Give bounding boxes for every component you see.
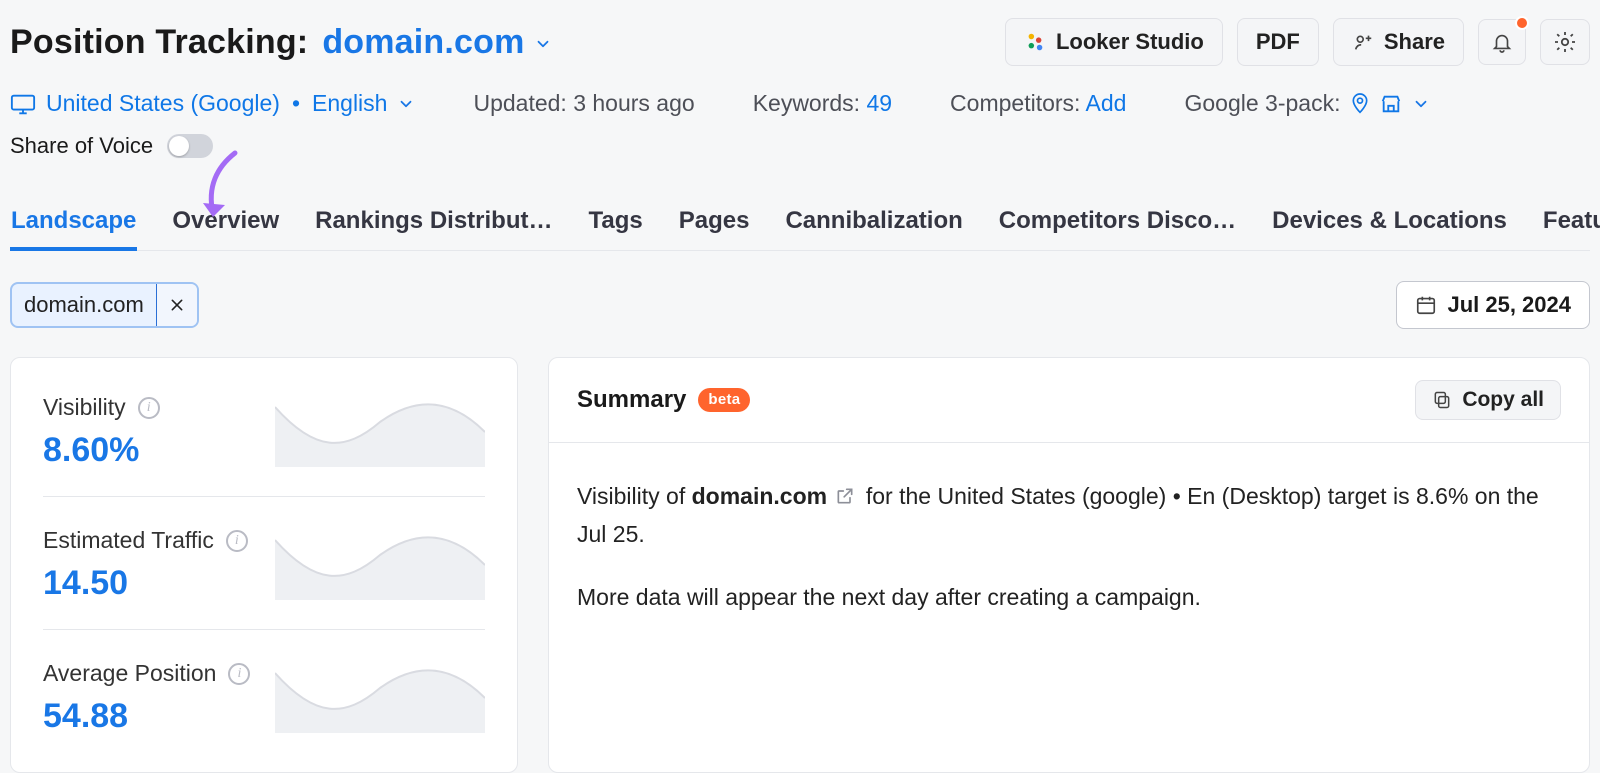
competitors-meta: Competitors: Add	[950, 90, 1126, 117]
looker-studio-button[interactable]: Looker Studio	[1005, 18, 1223, 66]
tab-rankings-distribut[interactable]: Rankings Distribut…	[314, 207, 553, 250]
locale-region: United States (Google)	[46, 90, 280, 117]
metrics-card: Visibility i 8.60% Estimated Traffic i 1…	[10, 357, 518, 773]
metric-label: Visibility	[43, 394, 126, 421]
notifications-button[interactable]	[1478, 19, 1526, 65]
bell-icon	[1491, 30, 1513, 54]
updated-meta: Updated: 3 hours ago	[473, 90, 694, 117]
sov-label: Share of Voice	[10, 133, 153, 159]
chevron-down-icon	[1412, 95, 1430, 113]
updated-label: Updated:	[473, 90, 566, 116]
share-icon	[1352, 31, 1374, 53]
tab-devices-locations[interactable]: Devices & Locations	[1271, 207, 1508, 250]
chevron-down-icon	[534, 35, 552, 53]
tab-featured-snippets[interactable]: Featured Snippets	[1542, 207, 1600, 250]
summary-header: Summary beta Copy all	[549, 358, 1589, 443]
tab-cannibalization[interactable]: Cannibalization	[784, 207, 963, 250]
competitors-label: Competitors:	[950, 90, 1080, 116]
competitors-add[interactable]: Add	[1086, 90, 1127, 116]
metric-label: Estimated Traffic	[43, 527, 214, 554]
looker-label: Looker Studio	[1056, 29, 1204, 55]
copy-all-label: Copy all	[1462, 388, 1544, 412]
page-title: Position Tracking: domain.com	[10, 23, 552, 62]
metric-visibility[interactable]: Visibility i 8.60%	[43, 386, 485, 497]
info-icon[interactable]: i	[228, 663, 250, 685]
beta-badge: beta	[698, 388, 750, 412]
keywords-meta: Keywords: 49	[753, 90, 892, 117]
share-label: Share	[1384, 29, 1445, 55]
filter-row: domain.com Jul 25, 2024	[10, 281, 1590, 329]
settings-button[interactable]	[1540, 19, 1590, 65]
tab-tags[interactable]: Tags	[587, 207, 643, 250]
info-icon[interactable]: i	[138, 397, 160, 419]
pdf-label: PDF	[1256, 29, 1300, 55]
metric-label: Average Position	[43, 660, 216, 687]
metric-value: 54.88	[43, 697, 250, 736]
close-icon	[169, 297, 185, 313]
pdf-button[interactable]: PDF	[1237, 18, 1319, 66]
summary-card: Summary beta Copy all Visibility of doma…	[548, 357, 1590, 773]
pin-icon	[1350, 92, 1370, 116]
tab-landscape[interactable]: Landscape	[10, 207, 137, 251]
external-link-icon[interactable]	[835, 481, 855, 517]
notification-dot	[1515, 16, 1529, 30]
date-value: Jul 25, 2024	[1447, 292, 1571, 318]
page-header: Position Tracking: domain.com Looker Stu…	[10, 18, 1590, 66]
gear-icon	[1553, 30, 1577, 54]
info-icon[interactable]: i	[226, 530, 248, 552]
summary-domain: domain.com	[692, 483, 827, 509]
domain-selector[interactable]: domain.com	[322, 23, 552, 62]
date-picker[interactable]: Jul 25, 2024	[1396, 281, 1590, 329]
tab-competitors-disco[interactable]: Competitors Disco…	[998, 207, 1237, 250]
summary-line-2: More data will appear the next day after…	[577, 580, 1561, 616]
annotation-arrow	[195, 147, 255, 225]
chip-text: domain.com	[12, 284, 157, 326]
store-icon	[1380, 93, 1402, 115]
domain-chip: domain.com	[10, 282, 199, 328]
google-3pack-meta[interactable]: Google 3-pack:	[1184, 90, 1430, 117]
chip-remove[interactable]	[157, 284, 197, 326]
metric-value: 8.60%	[43, 431, 160, 470]
calendar-icon	[1415, 294, 1437, 316]
copy-all-button[interactable]: Copy all	[1415, 380, 1561, 420]
metric-estimated-traffic[interactable]: Estimated Traffic i 14.50	[43, 497, 485, 630]
desktop-icon	[10, 93, 36, 115]
summary-title: Summary	[577, 386, 686, 414]
metric-average-position[interactable]: Average Position i 54.88	[43, 630, 485, 762]
campaign-meta-row: United States (Google) • English Updated…	[10, 90, 1590, 117]
keywords-value[interactable]: 49	[866, 90, 892, 116]
updated-value: 3 hours ago	[573, 90, 694, 116]
keywords-label: Keywords:	[753, 90, 860, 116]
looker-icon	[1024, 31, 1046, 53]
tab-pages[interactable]: Pages	[678, 207, 751, 250]
summary-body: Visibility of domain.com for the United …	[549, 443, 1589, 672]
bullet-dot: •	[290, 90, 302, 117]
share-button[interactable]: Share	[1333, 18, 1464, 66]
header-actions: Looker Studio PDF Share	[1005, 18, 1590, 66]
domain-text: domain.com	[322, 23, 524, 61]
content-columns: Visibility i 8.60% Estimated Traffic i 1…	[10, 357, 1590, 773]
locale-language: English	[312, 90, 387, 117]
chevron-down-icon	[397, 95, 415, 113]
title-prefix: Position Tracking:	[10, 23, 308, 62]
summary-line-1: Visibility of domain.com for the United …	[577, 479, 1561, 552]
copy-icon	[1432, 390, 1452, 410]
metric-value: 14.50	[43, 564, 248, 603]
gpack-label: Google 3-pack:	[1184, 90, 1340, 117]
locale-selector[interactable]: United States (Google) • English	[10, 90, 415, 117]
